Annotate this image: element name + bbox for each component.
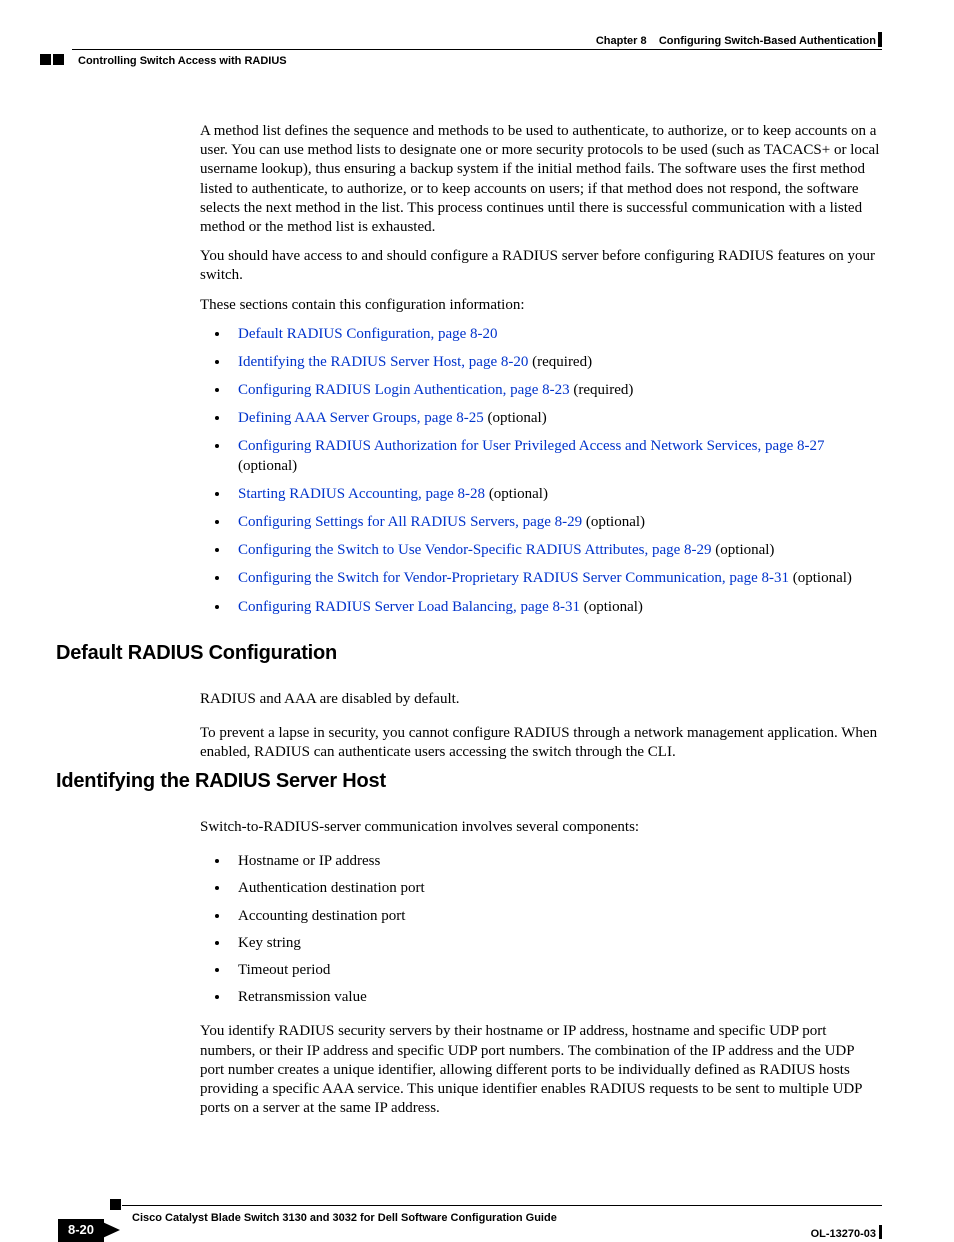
paragraph: To prevent a lapse in security, you cann… <box>200 724 880 762</box>
cross-reference-link[interactable]: Starting RADIUS Accounting, page 8-28 <box>238 486 485 502</box>
main-content: A method list defines the sequence and m… <box>200 122 880 626</box>
cross-reference-link[interactable]: Configuring the Switch for Vendor-Propri… <box>238 570 789 586</box>
footer-decoration-icon <box>110 1199 121 1210</box>
list-item: Configuring RADIUS Login Authentication,… <box>230 381 880 400</box>
list-item: Identifying the RADIUS Server Host, page… <box>230 353 880 372</box>
cross-reference-link[interactable]: Configuring RADIUS Server Load Balancing… <box>238 599 580 615</box>
cross-reference-link[interactable]: Default RADIUS Configuration, page 8-20 <box>238 326 498 342</box>
page-number-arrow-icon <box>96 1219 120 1241</box>
section-body: RADIUS and AAA are disabled by default. … <box>200 675 880 778</box>
list-item: Starting RADIUS Accounting, page 8-28 (o… <box>230 485 880 504</box>
paragraph: RADIUS and AAA are disabled by default. <box>200 690 880 709</box>
header-decoration-icon <box>40 52 66 71</box>
cross-reference-link[interactable]: Defining AAA Server Groups, page 8-25 <box>238 410 484 426</box>
list-item: Defining AAA Server Groups, page 8-25 (o… <box>230 409 880 428</box>
list-item: Accounting destination port <box>230 907 880 926</box>
list-item: Configuring the Switch for Vendor-Propri… <box>230 569 880 588</box>
cross-reference-link[interactable]: Configuring RADIUS Login Authentication,… <box>238 382 570 398</box>
paragraph: You identify RADIUS security servers by … <box>200 1022 880 1118</box>
list-item: Configuring RADIUS Authorization for Use… <box>230 437 880 475</box>
cross-reference-link[interactable]: Configuring Settings for All RADIUS Serv… <box>238 514 582 530</box>
list-item: Timeout period <box>230 961 880 980</box>
chapter-title: Configuring Switch-Based Authentication <box>659 35 876 47</box>
link-list: Default RADIUS Configuration, page 8-20 … <box>200 325 880 617</box>
cross-reference-link[interactable]: Configuring the Switch to Use Vendor-Spe… <box>238 542 712 558</box>
chapter-label: Chapter 8 <box>596 35 647 47</box>
list-item: Default RADIUS Configuration, page 8-20 <box>230 325 880 344</box>
section-breadcrumb: Controlling Switch Access with RADIUS <box>78 54 287 68</box>
list-item: Hostname or IP address <box>230 852 880 871</box>
book-title: Cisco Catalyst Blade Switch 3130 and 303… <box>132 1211 557 1225</box>
paragraph: These sections contain this configuratio… <box>200 296 880 315</box>
paragraph: You should have access to and should con… <box>200 247 880 285</box>
section-body: Switch-to-RADIUS-server communication in… <box>200 803 880 1133</box>
component-list: Hostname or IP address Authentication de… <box>200 852 880 1007</box>
paragraph: Switch-to-RADIUS-server communication in… <box>200 818 880 837</box>
paragraph: A method list defines the sequence and m… <box>200 122 880 237</box>
list-item: Authentication destination port <box>230 879 880 898</box>
section-heading: Identifying the RADIUS Server Host <box>56 769 386 795</box>
cross-reference-link[interactable]: Configuring RADIUS Authorization for Use… <box>238 438 825 454</box>
document-id: OL-13270-03 <box>811 1227 876 1241</box>
cross-reference-link[interactable]: Identifying the RADIUS Server Host, page… <box>238 354 528 370</box>
list-item: Configuring Settings for All RADIUS Serv… <box>230 513 880 532</box>
list-item: Configuring RADIUS Server Load Balancing… <box>230 598 880 617</box>
list-item: Configuring the Switch to Use Vendor-Spe… <box>230 541 880 560</box>
section-heading: Default RADIUS Configuration <box>56 641 337 667</box>
list-item: Key string <box>230 934 880 953</box>
list-item: Retransmission value <box>230 988 880 1007</box>
